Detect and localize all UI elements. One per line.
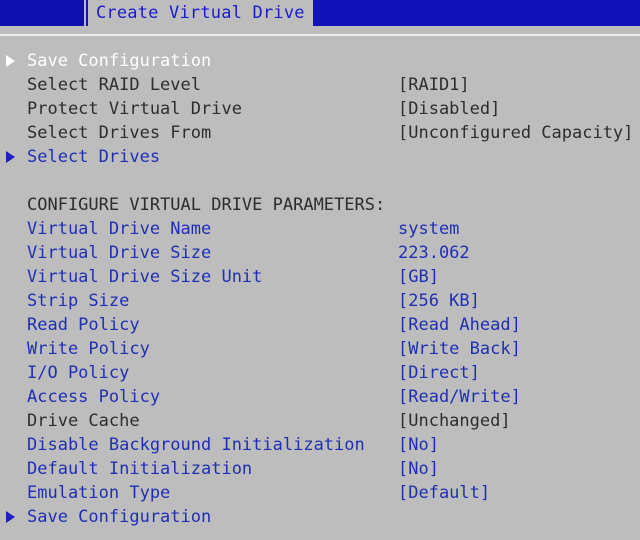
- param-virtual-drive-size[interactable]: Virtual Drive Size 223.062: [0, 241, 640, 265]
- menu-item-label: Save Configuration: [27, 507, 212, 527]
- setting-label: Protect Virtual Drive: [27, 99, 242, 119]
- section-heading-text: CONFIGURE VIRTUAL DRIVE PARAMETERS:: [27, 195, 386, 215]
- section-heading: CONFIGURE VIRTUAL DRIVE PARAMETERS:: [0, 193, 640, 217]
- param-label: Emulation Type: [27, 483, 171, 503]
- param-value[interactable]: [No]: [398, 433, 439, 457]
- submenu-arrow-icon: [6, 151, 15, 163]
- setting-label: Select RAID Level: [27, 75, 201, 95]
- menu-item-label: Select Drives: [27, 147, 161, 167]
- setting-select-drives-from[interactable]: Select Drives From [Unconfigured Capacit…: [0, 121, 640, 145]
- param-label: Virtual Drive Name: [27, 219, 212, 239]
- param-virtual-drive-size-unit[interactable]: Virtual Drive Size Unit [GB]: [0, 265, 640, 289]
- param-access-policy[interactable]: Access Policy [Read/Write]: [0, 385, 640, 409]
- setting-protect-virtual-drive[interactable]: Protect Virtual Drive [Disabled]: [0, 97, 640, 121]
- setting-label: Select Drives From: [27, 123, 212, 143]
- menu-item-save-configuration-bottom[interactable]: Save Configuration: [0, 505, 640, 529]
- setting-value[interactable]: [Disabled]: [398, 97, 500, 121]
- header-gap: [0, 26, 640, 32]
- param-label: Strip Size: [27, 291, 130, 311]
- param-write-policy[interactable]: Write Policy [Write Back]: [0, 337, 640, 361]
- param-read-policy[interactable]: Read Policy [Read Ahead]: [0, 313, 640, 337]
- submenu-arrow-icon: [6, 511, 15, 523]
- menu-item-save-configuration-top[interactable]: Save Configuration: [0, 49, 640, 73]
- param-virtual-drive-name[interactable]: Virtual Drive Name system: [0, 217, 640, 241]
- param-label: I/O Policy: [27, 363, 130, 383]
- header-left-block: [0, 0, 86, 26]
- bios-screen: Create Virtual Drive Save Configuration …: [0, 0, 640, 540]
- param-strip-size[interactable]: Strip Size [256 KB]: [0, 289, 640, 313]
- param-value[interactable]: 223.062: [398, 241, 470, 265]
- header-bar: Create Virtual Drive: [0, 0, 640, 26]
- settings-panel: Save Configuration Select RAID Level [RA…: [0, 49, 640, 529]
- param-label: Drive Cache: [27, 411, 140, 431]
- param-label: Write Policy: [27, 339, 150, 359]
- param-value[interactable]: [Write Back]: [398, 337, 521, 361]
- param-disable-background-initialization[interactable]: Disable Background Initialization [No]: [0, 433, 640, 457]
- param-value[interactable]: [Read Ahead]: [398, 313, 521, 337]
- param-value[interactable]: [Default]: [398, 481, 490, 505]
- header-divider: [0, 34, 640, 36]
- param-label: Read Policy: [27, 315, 140, 335]
- setting-select-raid-level[interactable]: Select RAID Level [RAID1]: [0, 73, 640, 97]
- param-label: Default Initialization: [27, 459, 253, 479]
- param-label: Access Policy: [27, 387, 161, 407]
- param-value[interactable]: [Direct]: [398, 361, 480, 385]
- param-value[interactable]: [256 KB]: [398, 289, 480, 313]
- setting-value[interactable]: [Unconfigured Capacity]: [398, 121, 633, 145]
- param-label: Virtual Drive Size: [27, 243, 212, 263]
- param-drive-cache[interactable]: Drive Cache [Unchanged]: [0, 409, 640, 433]
- param-value[interactable]: [Read/Write]: [398, 385, 521, 409]
- param-value[interactable]: [No]: [398, 457, 439, 481]
- menu-item-select-drives[interactable]: Select Drives: [0, 145, 640, 169]
- param-default-initialization[interactable]: Default Initialization [No]: [0, 457, 640, 481]
- tab-create-virtual-drive[interactable]: Create Virtual Drive: [88, 0, 313, 26]
- param-value[interactable]: [GB]: [398, 265, 439, 289]
- param-emulation-type[interactable]: Emulation Type [Default]: [0, 481, 640, 505]
- param-label: Disable Background Initialization: [27, 435, 365, 455]
- param-label: Virtual Drive Size Unit: [27, 267, 263, 287]
- param-value[interactable]: [Unchanged]: [398, 409, 511, 433]
- menu-item-label: Save Configuration: [27, 51, 212, 71]
- param-io-policy[interactable]: I/O Policy [Direct]: [0, 361, 640, 385]
- submenu-arrow-icon: [6, 55, 15, 67]
- setting-value[interactable]: [RAID1]: [398, 73, 470, 97]
- param-value[interactable]: system: [398, 217, 459, 241]
